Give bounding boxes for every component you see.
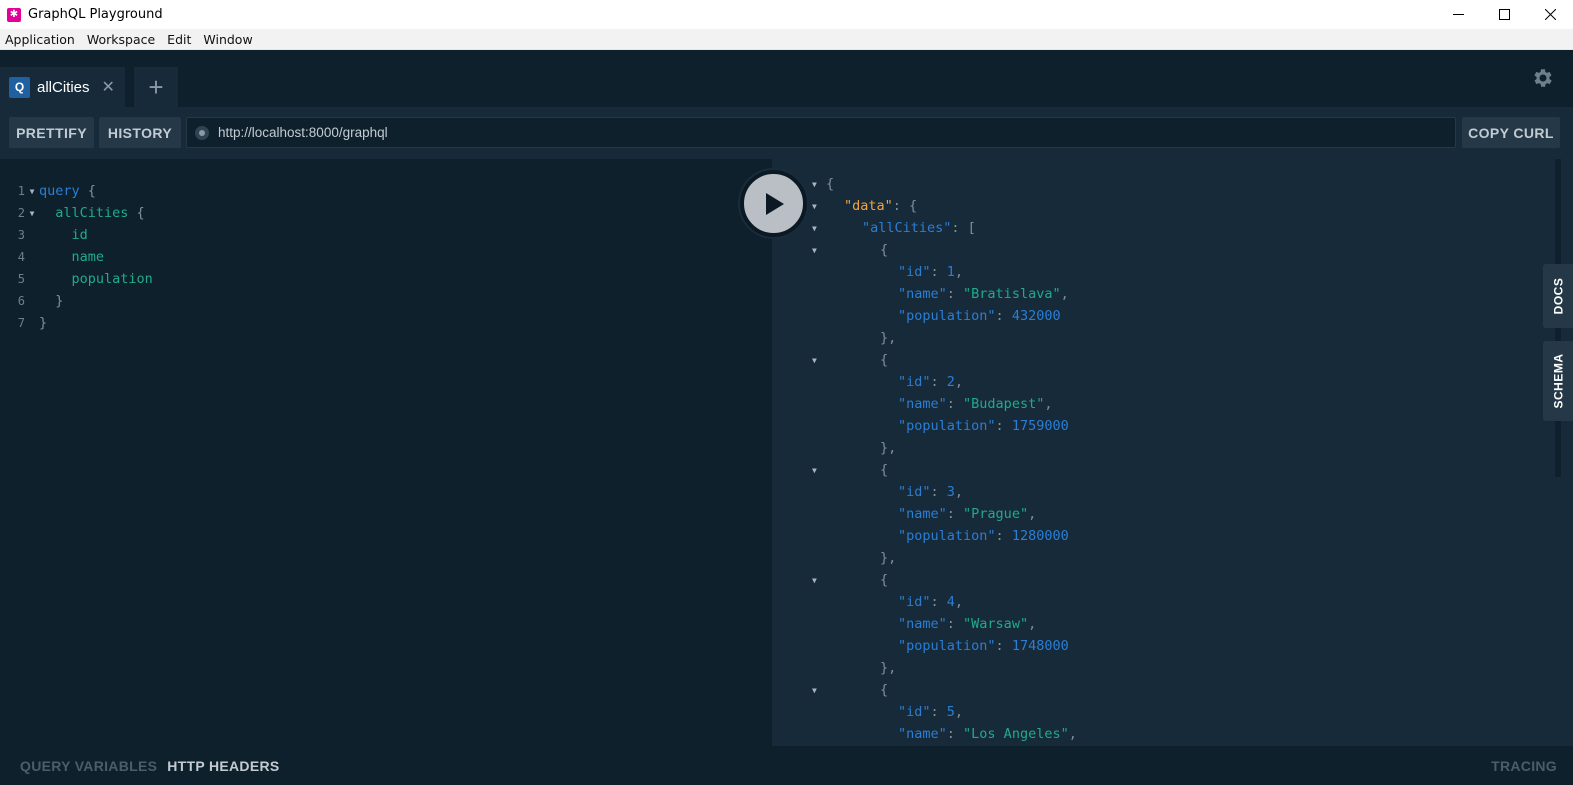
play-icon <box>765 192 784 215</box>
result-viewer: ▼ { ▼ "data": { ▼ "allCities": [ ▼ { "id": 1, "na… <box>772 159 1562 746</box>
code-text: } <box>39 315 48 331</box>
docs-tab[interactable]: DOCS <box>1543 264 1573 328</box>
result-fold-icon[interactable]: ▼ <box>812 569 817 591</box>
line-number: 3 <box>17 228 25 242</box>
result-line: "name": "Los Angeles", <box>898 726 1077 742</box>
tab-bar: Q allCities ✕ + <box>0 50 1573 107</box>
editor-line[interactable]: 5 population <box>0 268 153 290</box>
code-text: } <box>55 293 64 309</box>
query-editor[interactable]: 1 ▼ query {2 ▼ allCities {3 id 4 name 5 popul… <box>0 159 772 746</box>
result-line: { <box>880 242 889 258</box>
gear-icon[interactable] <box>1531 66 1555 90</box>
code-text: allCities { <box>55 205 145 221</box>
result-fold-icon[interactable]: ▼ <box>812 459 817 481</box>
menu-application[interactable]: Application <box>0 32 81 47</box>
graphql-logo-icon: ✱ <box>7 7 21 22</box>
result-fold-icon[interactable]: ▼ <box>812 173 817 195</box>
line-number: 4 <box>17 250 25 264</box>
prettify-button[interactable]: PRETTIFY <box>9 117 94 148</box>
result-line: { <box>880 572 889 588</box>
bottom-bar: QUERY VARIABLES HTTP HEADERS TRACING <box>0 746 1573 785</box>
result-line: { <box>880 462 889 478</box>
close-icon[interactable] <box>1527 0 1573 29</box>
menu-bar: Application Workspace Edit Window <box>0 29 1573 50</box>
http-headers-tab[interactable]: HTTP HEADERS <box>167 758 279 774</box>
result-line: }, <box>880 660 897 676</box>
result-line: "population": 1280000 <box>898 528 1069 544</box>
fold-toggle-icon[interactable]: ▼ <box>25 209 39 218</box>
result-line: "id": 2, <box>898 374 964 390</box>
add-tab-button[interactable]: + <box>134 67 178 107</box>
code-text: population <box>71 271 153 287</box>
query-badge: Q <box>9 76 30 98</box>
result-fold-icon[interactable]: ▼ <box>812 217 817 239</box>
result-line: "name": "Warsaw", <box>898 616 1037 632</box>
result-line: "id": 5, <box>898 704 964 720</box>
tab-close-icon[interactable]: ✕ <box>102 77 115 97</box>
result-line: { <box>880 352 889 368</box>
minimize-icon[interactable] <box>1435 0 1481 29</box>
menu-workspace[interactable]: Workspace <box>81 32 161 47</box>
line-number: 5 <box>17 272 25 286</box>
result-line: "id": 4, <box>898 594 964 610</box>
editor-line[interactable]: 2 ▼ allCities { <box>0 202 145 224</box>
result-line: }, <box>880 440 897 456</box>
result-line: { <box>826 176 835 192</box>
result-fold-icon[interactable]: ▼ <box>812 679 817 701</box>
endpoint-url[interactable]: http://localhost:8000/graphql <box>218 125 388 140</box>
connection-status-icon <box>195 125 209 140</box>
editor-line[interactable]: 1 ▼ query { <box>0 180 96 202</box>
tab-allcities[interactable]: Q allCities ✕ <box>0 67 125 107</box>
result-line: "name": "Bratislava", <box>898 286 1069 302</box>
result-line: "allCities": [ <box>862 220 976 236</box>
result-line: "population": 432000 <box>898 308 1061 324</box>
result-line: "population": 1759000 <box>898 418 1069 434</box>
editor-line[interactable]: 6 } <box>0 290 64 312</box>
tracing-tab[interactable]: TRACING <box>1491 758 1557 774</box>
execute-query-button[interactable] <box>740 170 807 237</box>
schema-tab[interactable]: SCHEMA <box>1543 341 1573 421</box>
editor-line[interactable]: 4 name <box>0 246 104 268</box>
editor-line[interactable]: 7} <box>0 312 47 334</box>
result-line: "name": "Budapest", <box>898 396 1053 412</box>
window-title: GraphQL Playground <box>28 7 163 22</box>
endpoint-url-input[interactable]: http://localhost:8000/graphql <box>186 117 1456 148</box>
result-fold-icon[interactable]: ▼ <box>812 239 817 261</box>
menu-edit[interactable]: Edit <box>161 32 197 47</box>
result-line: "id": 1, <box>898 264 964 280</box>
menu-window[interactable]: Window <box>197 32 258 47</box>
line-number: 6 <box>17 294 25 308</box>
line-number: 1 <box>17 184 25 198</box>
copy-curl-button[interactable]: COPY CURL <box>1462 117 1560 148</box>
result-line: "data": { <box>844 198 918 214</box>
result-line: }, <box>880 330 897 346</box>
query-variables-tab[interactable]: QUERY VARIABLES <box>20 758 157 774</box>
code-text: id <box>71 227 88 243</box>
result-line: "population": 1748000 <box>898 638 1069 654</box>
result-line: "name": "Prague", <box>898 506 1037 522</box>
history-button[interactable]: HISTORY <box>99 117 181 148</box>
line-number: 7 <box>17 316 25 330</box>
code-text: name <box>71 249 105 265</box>
result-fold-icon[interactable]: ▼ <box>812 195 817 217</box>
result-line: { <box>880 682 889 698</box>
tab-label: allCities <box>37 78 90 96</box>
window-controls <box>1435 0 1573 29</box>
result-line: "id": 3, <box>898 484 964 500</box>
docs-tab-label: DOCS <box>1551 277 1566 315</box>
fold-toggle-icon[interactable]: ▼ <box>25 187 39 196</box>
editor-line[interactable]: 3 id <box>0 224 88 246</box>
toolbar: PRETTIFY HISTORY http://localhost:8000/g… <box>0 107 1573 159</box>
result-line: }, <box>880 550 897 566</box>
code-text: query { <box>39 183 96 199</box>
window-title-bar: ✱ GraphQL Playground <box>0 0 1573 29</box>
schema-tab-label: SCHEMA <box>1551 353 1566 409</box>
result-fold-icon[interactable]: ▼ <box>812 349 817 371</box>
maximize-icon[interactable] <box>1481 0 1527 29</box>
line-number: 2 <box>17 206 25 220</box>
